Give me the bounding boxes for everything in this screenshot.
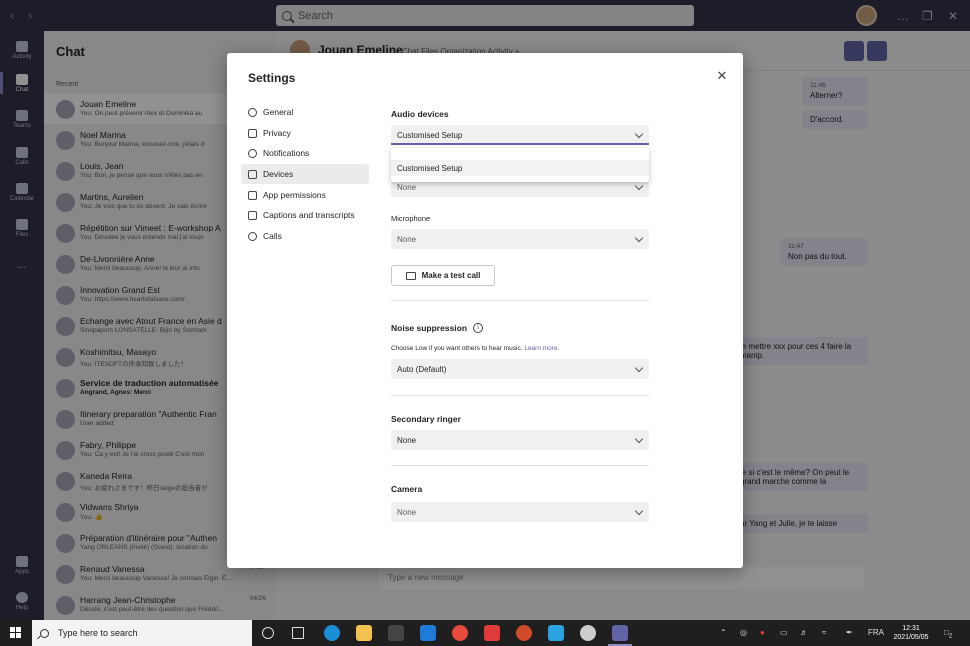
make-test-call-button[interactable]: Make a test call: [391, 265, 495, 286]
devices-icon: [248, 169, 257, 179]
audio-devices-title: Audio devices: [391, 109, 449, 119]
chevron-up-icon[interactable]: ⌃: [720, 628, 727, 637]
pen-icon[interactable]: ✒: [846, 628, 853, 637]
camera-title: Camera: [391, 484, 423, 494]
wifi-icon[interactable]: ≈: [822, 628, 826, 637]
gear-icon: [248, 107, 257, 117]
cortana-icon[interactable]: [262, 627, 274, 639]
audio-device-select[interactable]: Customised Setup: [391, 125, 649, 145]
close-icon[interactable]: ✕: [715, 69, 729, 83]
audio-device-dropdown: Customised Setup: [391, 148, 649, 182]
noise-suppression-title: Noise suppression: [391, 323, 468, 333]
phone-icon: [248, 231, 257, 241]
taskbar-clock[interactable]: 12:31 2021/05/05: [890, 624, 932, 642]
microphone-select[interactable]: None: [391, 229, 649, 249]
settings-nav-devices[interactable]: Devices: [241, 164, 369, 184]
task-view-icon[interactable]: [292, 627, 304, 639]
mail-icon[interactable]: [420, 625, 436, 641]
divider: [391, 300, 649, 301]
settings-nav-app-permissions[interactable]: App permissions: [241, 185, 369, 205]
chevron-down-icon: [634, 233, 644, 243]
captions-icon: [248, 210, 257, 220]
edge-icon[interactable]: [324, 625, 340, 641]
windows-start-icon[interactable]: [10, 627, 22, 639]
settings-nav-privacy[interactable]: Privacy: [241, 123, 369, 143]
secondary-ringer-select[interactable]: None: [391, 430, 649, 450]
powerpoint-icon[interactable]: [516, 625, 532, 641]
settings-nav-notifications[interactable]: Notifications: [241, 143, 369, 163]
app-icon[interactable]: [548, 625, 564, 641]
noise-suppression-select[interactable]: Auto (Default): [391, 359, 649, 379]
noise-suppression-description: Choose Low if you want others to hear mu…: [391, 345, 560, 352]
settings-nav-calls[interactable]: Calls: [241, 226, 369, 246]
teams-icon[interactable]: [608, 625, 632, 646]
chevron-down-icon: [634, 434, 644, 444]
search-icon: [40, 628, 49, 638]
chevron-down-icon: [634, 506, 644, 516]
settings-title: Settings: [248, 71, 296, 85]
windows-taskbar: Type here to search ⌃ ◎ ● ▭ ♬ ≈ ✒ FRA 12…: [0, 620, 970, 646]
language-indicator[interactable]: FRA: [868, 628, 884, 637]
tray-icon[interactable]: ◎: [740, 628, 747, 637]
apps-icon: [248, 190, 257, 200]
microphone-label: Microphone: [391, 214, 431, 223]
info-icon[interactable]: i: [473, 323, 483, 333]
divider: [391, 465, 649, 466]
test-call-icon: [405, 271, 416, 280]
chrome-icon[interactable]: [452, 625, 468, 641]
settings-nav-captions[interactable]: Captions and transcripts: [241, 205, 369, 225]
settings-dialog: Settings ✕ General Privacy Notifications…: [227, 53, 743, 568]
settings-gear-icon[interactable]: [580, 625, 596, 641]
store-icon[interactable]: [388, 625, 404, 641]
settings-nav-general[interactable]: General: [241, 102, 369, 122]
chevron-down-icon: [634, 363, 644, 373]
learn-more-link[interactable]: Learn more.: [524, 345, 559, 352]
secondary-ringer-title: Secondary ringer: [391, 414, 461, 424]
taskbar-search-input[interactable]: Type here to search: [32, 620, 252, 646]
divider: [391, 395, 649, 396]
camera-select[interactable]: None: [391, 502, 649, 522]
bell-icon: [248, 148, 257, 158]
chevron-down-icon: [634, 129, 644, 139]
devices-settings: Audio devices Customised Setup None Cust…: [391, 53, 651, 568]
lock-icon: [248, 128, 257, 138]
volume-icon[interactable]: ♬: [800, 628, 808, 637]
dropdown-option[interactable]: Customised Setup: [391, 160, 649, 176]
battery-icon[interactable]: ▭: [780, 628, 788, 637]
notifications-icon[interactable]: □2: [944, 628, 952, 640]
file-explorer-icon[interactable]: [356, 625, 372, 641]
app-icon[interactable]: [484, 625, 500, 641]
chevron-down-icon: [634, 181, 644, 191]
tray-icon[interactable]: ●: [760, 628, 765, 637]
